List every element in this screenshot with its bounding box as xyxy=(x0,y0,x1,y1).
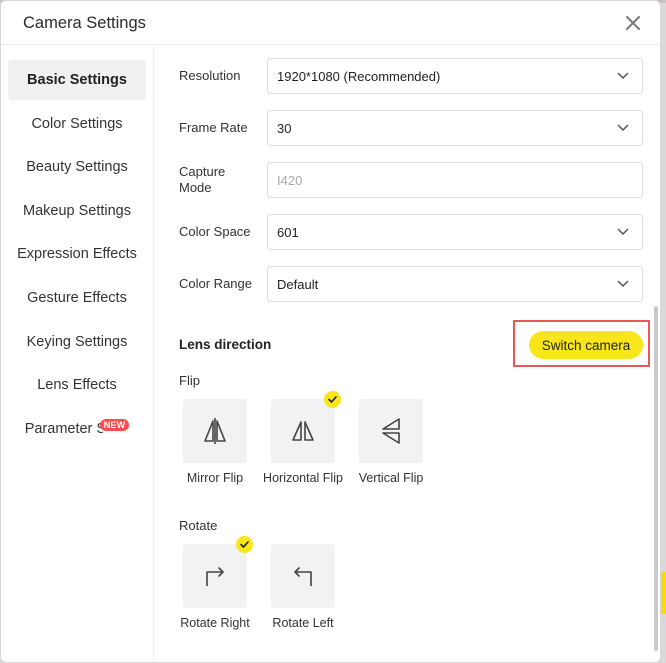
horizontal-flip-label: Horizontal Flip xyxy=(263,471,343,485)
check-icon xyxy=(328,396,337,403)
mirror-flip-label: Mirror Flip xyxy=(186,471,244,485)
rotate-left-option[interactable] xyxy=(271,544,335,608)
sidebar-item-label: Expression Effects xyxy=(17,246,137,262)
new-badge: NEW xyxy=(99,419,130,431)
chevron-down-icon xyxy=(617,124,629,132)
selected-check-badge xyxy=(324,391,341,408)
color-space-label: Color Space xyxy=(179,224,251,239)
sidebar-item-lens-effects[interactable]: Lens Effects xyxy=(8,365,146,405)
rotate-right-icon xyxy=(206,567,224,586)
frame-rate-select[interactable]: 30 xyxy=(267,110,643,146)
camera-settings-dialog: Camera Settings Basic Settings Color Set… xyxy=(0,0,661,663)
vertical-flip-option[interactable] xyxy=(359,399,423,463)
check-icon xyxy=(240,541,249,548)
sidebar-item-color-settings[interactable]: Color Settings xyxy=(8,104,146,144)
resolution-label: Resolution xyxy=(179,68,241,83)
sidebar-item-basic-settings[interactable]: Basic Settings xyxy=(8,60,146,100)
sidebar-item-label: Keying Settings xyxy=(26,334,128,350)
sidebar-item-expression-effects[interactable]: Expression Effects xyxy=(8,234,146,274)
switch-camera-button[interactable]: Switch camera xyxy=(529,331,643,359)
rotate-right-option[interactable] xyxy=(183,536,253,608)
resolution-value: 1920*1080 (Recommended) xyxy=(277,68,441,84)
basic-settings-panel: Resolution 1920*1080 (Recommended) Frame… xyxy=(155,46,655,662)
dialog-title: Camera Settings xyxy=(23,14,146,32)
color-space-select[interactable]: 601 xyxy=(267,214,643,250)
color-range-select[interactable]: Default xyxy=(267,266,643,302)
mirror-flip-icon xyxy=(204,418,226,444)
sidebar-item-label: Basic Settings xyxy=(27,72,127,88)
capture-mode-label: Capture Mode xyxy=(179,164,226,195)
sidebar-item-keying-settings[interactable]: Keying Settings xyxy=(8,322,146,362)
color-range-value: Default xyxy=(277,276,319,292)
mirror-flip-option[interactable] xyxy=(183,399,247,463)
chevron-down-icon xyxy=(617,280,629,288)
vertical-flip-icon xyxy=(382,418,400,444)
sidebar-item-parameter-settings[interactable]: Parameter S NEW xyxy=(8,409,146,449)
rotate-left-icon xyxy=(294,567,312,586)
rotate-label: Rotate xyxy=(179,518,218,533)
sidebar-item-gesture-effects[interactable]: Gesture Effects xyxy=(8,278,146,318)
capture-mode-placeholder: I420 xyxy=(277,172,303,188)
sidebar-item-label: Parameter S xyxy=(24,421,103,437)
settings-sidebar: Basic Settings Color Settings Beauty Set… xyxy=(1,46,154,662)
capture-mode-field: I420 xyxy=(267,162,643,198)
dialog-header: Camera Settings xyxy=(1,1,660,45)
vertical-flip-label: Vertical Flip xyxy=(358,471,424,485)
sidebar-item-makeup-settings[interactable]: Makeup Settings xyxy=(8,191,146,231)
sidebar-item-beauty-settings[interactable]: Beauty Settings xyxy=(8,147,146,187)
selected-check-badge xyxy=(236,536,253,553)
lens-direction-title: Lens direction xyxy=(179,337,272,352)
chevron-down-icon xyxy=(617,228,629,236)
horizontal-flip-option[interactable] xyxy=(271,391,341,463)
frame-rate-value: 30 xyxy=(277,120,292,136)
close-icon xyxy=(626,16,640,30)
color-space-value: 601 xyxy=(277,224,299,240)
frame-rate-label: Frame Rate xyxy=(179,120,248,135)
sidebar-item-label: Lens Effects xyxy=(37,377,117,393)
color-range-label: Color Range xyxy=(179,276,252,291)
horizontal-flip-icon xyxy=(292,421,314,441)
chevron-down-icon xyxy=(617,72,629,80)
sidebar-item-label: Color Settings xyxy=(31,116,123,132)
resolution-select[interactable]: 1920*1080 (Recommended) xyxy=(267,58,643,94)
flip-label: Flip xyxy=(179,373,200,388)
rotate-left-label: Rotate Left xyxy=(272,616,334,630)
content-scrollbar[interactable] xyxy=(654,306,658,651)
sidebar-item-label: Beauty Settings xyxy=(26,159,128,175)
sidebar-item-label: Gesture Effects xyxy=(27,290,127,306)
rotate-right-label: Rotate Right xyxy=(180,616,250,630)
sidebar-item-label: Makeup Settings xyxy=(22,203,131,219)
close-button[interactable] xyxy=(622,12,644,34)
